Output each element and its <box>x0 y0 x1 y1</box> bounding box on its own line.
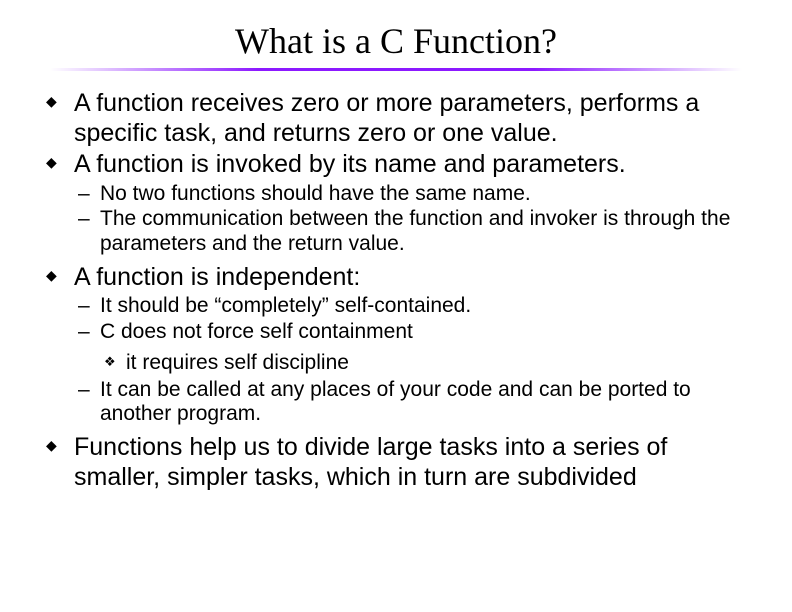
bullet-text: C does not force self containment <box>100 320 413 343</box>
sub-bullet-list: It should be “completely” self-contained… <box>74 294 752 345</box>
bullet-text: It can be called at any places of your c… <box>100 378 691 426</box>
bullet-text: Functions help us to divide large tasks … <box>74 433 667 491</box>
sub-bullet-list: No two functions should have the same na… <box>74 182 752 257</box>
title-underline <box>50 68 742 71</box>
sub-bullet-item: No two functions should have the same na… <box>74 182 752 207</box>
bullet-list: A function is independent: <box>40 263 752 293</box>
bullet-list: A function receives zero or more paramet… <box>40 89 752 180</box>
bullet-item: A function is invoked by its name and pa… <box>40 150 752 180</box>
bullet-list: Functions help us to divide large tasks … <box>40 433 752 492</box>
slide: What is a C Function? A function receive… <box>0 0 792 612</box>
bullet-text: A function receives zero or more paramet… <box>74 89 699 147</box>
sub-sub-bullet-item: it requires self discipline <box>100 351 752 376</box>
bullet-text: A function is independent: <box>74 263 360 291</box>
bullet-text: A function is invoked by its name and pa… <box>74 150 626 178</box>
bullet-item: A function receives zero or more paramet… <box>40 89 752 148</box>
bullet-item: Functions help us to divide large tasks … <box>40 433 752 492</box>
sub-bullet-item: C does not force self containment <box>74 320 752 345</box>
bullet-text: it requires self discipline <box>126 351 349 374</box>
bullet-item: A function is independent: <box>40 263 752 293</box>
bullet-text: The communication between the function a… <box>100 207 730 255</box>
bullet-text: No two functions should have the same na… <box>100 182 531 205</box>
sub-bullet-item: It can be called at any places of your c… <box>74 378 752 428</box>
sub-sub-bullet-list: it requires self discipline <box>100 351 752 376</box>
sub-bullet-list: It can be called at any places of your c… <box>74 378 752 428</box>
slide-title: What is a C Function? <box>40 20 752 62</box>
bullet-text: It should be “completely” self-contained… <box>100 294 471 317</box>
sub-bullet-item: It should be “completely” self-contained… <box>74 294 752 319</box>
sub-bullet-item: The communication between the function a… <box>74 207 752 257</box>
